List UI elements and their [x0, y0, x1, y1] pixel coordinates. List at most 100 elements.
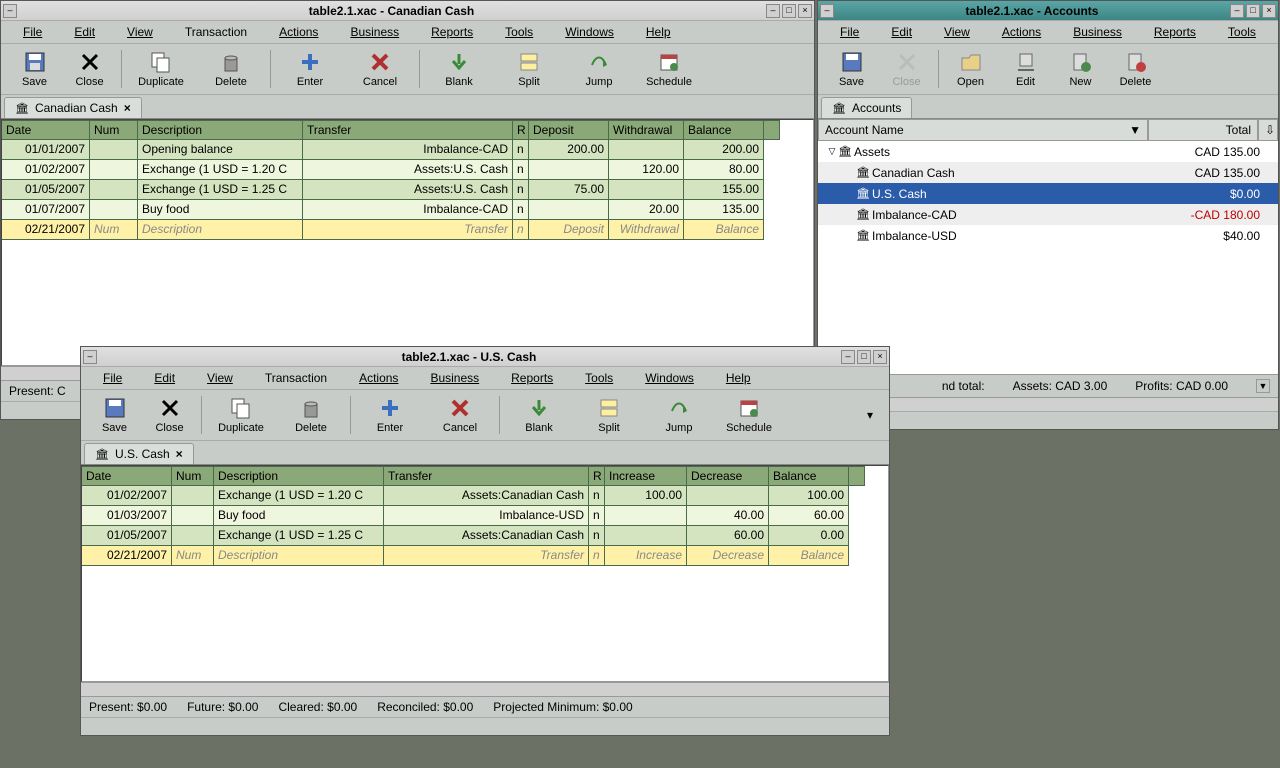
menu-reports[interactable]: Reports [415, 23, 489, 41]
menu-actions[interactable]: Actions [263, 23, 334, 41]
cancel-button[interactable]: Cancel [345, 48, 415, 90]
maximize-button[interactable] [782, 4, 796, 18]
jump-button[interactable]: Jump [644, 394, 714, 436]
blank-button[interactable]: Blank [504, 394, 574, 436]
col-header[interactable]: Date [2, 120, 90, 140]
schedule-button[interactable]: Schedule [634, 48, 704, 90]
menu-reports[interactable]: Reports [1138, 23, 1212, 41]
menu-tools[interactable]: Tools [569, 369, 629, 387]
menu-edit[interactable]: Edit [875, 23, 928, 41]
save-button[interactable]: Save [7, 48, 62, 90]
cell[interactable]: 02/21/2007 [82, 546, 172, 566]
split-button[interactable]: Split [574, 394, 644, 436]
table-row[interactable]: 01/02/2007Exchange (1 USD = 1.20 CAssets… [82, 486, 888, 506]
edit-button[interactable]: Edit [998, 48, 1053, 90]
enter-button[interactable]: Enter [275, 48, 345, 90]
titlebar[interactable]: table2.1.xac - U.S. Cash [81, 347, 889, 367]
col-header[interactable]: Num [90, 120, 138, 140]
delete-button[interactable]: Delete [196, 48, 266, 90]
tab-accounts[interactable]: 🏛 Accounts [821, 97, 912, 118]
cell[interactable]: n [513, 220, 529, 240]
col-header[interactable]: Deposit [529, 120, 609, 140]
minimize-button[interactable] [1230, 4, 1244, 18]
new-button[interactable]: New [1053, 48, 1108, 90]
menu-tools[interactable]: Tools [489, 23, 549, 41]
horizontal-scrollbar[interactable] [81, 682, 889, 696]
col-header[interactable]: Increase [605, 466, 687, 486]
menu-transaction[interactable]: Transaction [249, 369, 343, 387]
cell[interactable]: 02/21/2007 [2, 220, 90, 240]
maximize-button[interactable] [1246, 4, 1260, 18]
menu-edit[interactable]: Edit [138, 369, 191, 387]
account-row[interactable]: 🏛U.S. Cash$0.00 [818, 183, 1278, 204]
cell[interactable]: Balance [769, 546, 849, 566]
menu-business[interactable]: Business [334, 23, 415, 41]
jump-button[interactable]: Jump [564, 48, 634, 90]
menu-file[interactable]: File [87, 369, 138, 387]
col-total[interactable]: Total [1148, 119, 1258, 141]
cell[interactable]: Balance [684, 220, 764, 240]
tab-close-icon[interactable]: × [176, 447, 183, 461]
accounts-tree[interactable]: ▽🏛AssetsCAD 135.00🏛Canadian CashCAD 135.… [818, 141, 1278, 374]
table-row[interactable]: 02/21/2007NumDescriptionTransfernDeposit… [2, 220, 813, 240]
col-header[interactable]: Date [82, 466, 172, 486]
tab-close-icon[interactable]: × [124, 101, 131, 115]
cell[interactable]: Description [214, 546, 384, 566]
account-row[interactable]: 🏛Imbalance-CAD-CAD 180.00 [818, 204, 1278, 225]
menu-tools[interactable]: Tools [1212, 23, 1272, 41]
table-row[interactable]: 01/05/2007Exchange (1 USD = 1.25 CAssets… [2, 180, 813, 200]
cell[interactable]: Withdrawal [609, 220, 684, 240]
titlebar[interactable]: table2.1.xac - Accounts [818, 1, 1278, 21]
table-row[interactable]: 01/01/2007Opening balanceImbalance-CADn2… [2, 140, 813, 160]
enter-button[interactable]: Enter [355, 394, 425, 436]
table-row[interactable]: 01/05/2007Exchange (1 USD = 1.25 CAssets… [82, 526, 888, 546]
col-header[interactable]: Balance [684, 120, 764, 140]
cell[interactable]: Transfer [384, 546, 589, 566]
cell[interactable]: Description [138, 220, 303, 240]
tab-us-cash[interactable]: 🏛 U.S. Cash × [84, 443, 194, 464]
menu-actions[interactable]: Actions [986, 23, 1057, 41]
table-row[interactable]: 01/02/2007Exchange (1 USD = 1.20 CAssets… [2, 160, 813, 180]
menu-business[interactable]: Business [1057, 23, 1138, 41]
menu-windows[interactable]: Windows [1272, 23, 1280, 41]
menu-windows[interactable]: Windows [549, 23, 630, 41]
duplicate-button[interactable]: Duplicate [126, 48, 196, 90]
table-row[interactable]: 02/21/2007NumDescriptionTransfernIncreas… [82, 546, 888, 566]
cancel-button[interactable]: Cancel [425, 394, 495, 436]
delete-button[interactable]: Delete [276, 394, 346, 436]
col-header[interactable]: R [589, 466, 605, 486]
col-account-name[interactable]: Account Name▼ [818, 119, 1148, 141]
col-header[interactable]: Num [172, 466, 214, 486]
cell[interactable]: Decrease [687, 546, 769, 566]
menu-windows[interactable]: Windows [629, 369, 710, 387]
close-window-button[interactable] [1262, 4, 1276, 18]
menu-transaction[interactable]: Transaction [169, 23, 263, 41]
menu-file[interactable]: File [7, 23, 58, 41]
col-header[interactable]: Description [138, 120, 303, 140]
menu-view[interactable]: View [111, 23, 169, 41]
menu-help[interactable]: Help [710, 369, 767, 387]
table-row[interactable]: 01/07/2007Buy foodImbalance-CADn20.00135… [2, 200, 813, 220]
titlebar-menu-icon[interactable] [820, 4, 834, 18]
menu-help[interactable]: Help [630, 23, 687, 41]
schedule-button[interactable]: Schedule [714, 394, 784, 436]
split-button[interactable]: Split [494, 48, 564, 90]
col-header[interactable]: Transfer [384, 466, 589, 486]
col-header[interactable]: R [513, 120, 529, 140]
cell[interactable]: Num [90, 220, 138, 240]
table-row[interactable]: 01/03/2007Buy foodImbalance-USDn40.0060.… [82, 506, 888, 526]
cell[interactable]: Transfer [303, 220, 513, 240]
menu-actions[interactable]: Actions [343, 369, 414, 387]
cell[interactable]: Num [172, 546, 214, 566]
save-button[interactable]: Save [824, 48, 879, 90]
blank-button[interactable]: Blank [424, 48, 494, 90]
tab-canadian-cash[interactable]: 🏛 Canadian Cash × [4, 97, 142, 118]
menu-file[interactable]: File [824, 23, 875, 41]
minimize-button[interactable] [766, 4, 780, 18]
menu-view[interactable]: View [191, 369, 249, 387]
col-header[interactable]: Withdrawal [609, 120, 684, 140]
titlebar-menu-icon[interactable] [3, 4, 17, 18]
close-button[interactable]: Close [62, 48, 117, 90]
cell[interactable]: n [589, 546, 605, 566]
col-header[interactable]: Description [214, 466, 384, 486]
